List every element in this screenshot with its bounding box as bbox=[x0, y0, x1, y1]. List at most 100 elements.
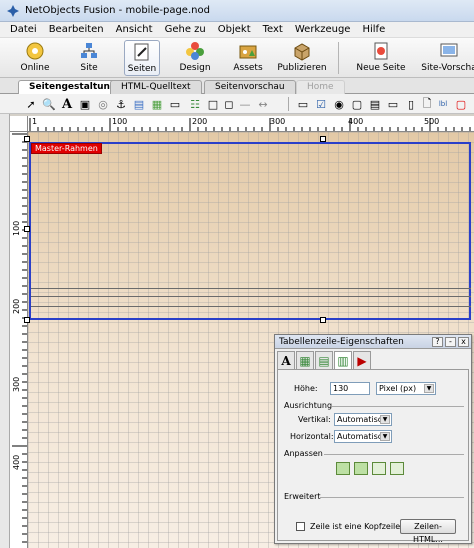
menu-gehe-zu[interactable]: Gehe zu bbox=[159, 24, 212, 35]
edit-field-tool-icon[interactable]: ▢ bbox=[350, 97, 364, 111]
menu-objekt[interactable]: Objekt bbox=[212, 24, 257, 35]
resize-handle-top[interactable] bbox=[320, 136, 326, 142]
ruler-left-100: 100 bbox=[12, 220, 21, 236]
navbar-tool-icon[interactable]: ▤ bbox=[132, 97, 146, 111]
preview-icon bbox=[437, 40, 461, 62]
layout-tool-icon[interactable]: ◎ bbox=[96, 97, 110, 111]
picture-tool-icon[interactable]: ▣ bbox=[78, 97, 92, 111]
form-button-tool-icon[interactable]: ▯ bbox=[404, 97, 418, 111]
panel-tab-row-icon[interactable]: ▥ bbox=[334, 351, 352, 369]
unit-select[interactable]: Pixel (px) ▼ bbox=[376, 382, 436, 395]
ruler-top-200: 200 bbox=[192, 117, 208, 126]
ruler-ticks bbox=[29, 118, 471, 131]
kopfzeile-checkbox[interactable] bbox=[296, 522, 305, 531]
select-arrow-icon[interactable]: ➚ bbox=[24, 97, 38, 111]
master-frame[interactable] bbox=[29, 142, 471, 320]
anchor-icon[interactable]: ⚓ bbox=[114, 97, 128, 111]
kopfzeile-label: Zeile ist eine Kopfzeile bbox=[310, 522, 401, 531]
stop-tool-icon[interactable]: ▢ bbox=[454, 97, 468, 111]
list-tool-icon[interactable]: ☷ bbox=[188, 97, 202, 111]
fit-width-icon[interactable] bbox=[354, 462, 368, 475]
shape-tool-icon[interactable]: ◻ bbox=[222, 97, 236, 111]
horizontal-ruler: 1 100 200 300 400 500 bbox=[28, 116, 474, 132]
panel-minimize-button[interactable]: - bbox=[445, 336, 456, 347]
ruler-left-300: 300 bbox=[12, 376, 21, 392]
erweitert-section-label: Erweitert bbox=[284, 492, 321, 501]
page-edit-icon bbox=[130, 41, 154, 63]
online-label: Online bbox=[20, 63, 50, 73]
seiten-label: Seiten bbox=[127, 64, 157, 74]
fit-grid-icon[interactable] bbox=[390, 462, 404, 475]
resize-handle-left[interactable] bbox=[24, 226, 30, 232]
design-flower-icon bbox=[183, 40, 207, 62]
button-tool-icon[interactable]: ▭ bbox=[296, 97, 310, 111]
menu-bar: Datei Bearbeiten Ansicht Gehe zu Objekt … bbox=[0, 22, 474, 38]
rectangle-tool-icon[interactable]: □ bbox=[206, 97, 220, 111]
design-toolbar: ➚ 🔍 A ▣ ◎ ⚓ ▤ ▦ ▭ ☷ □ ◻ — ↔ ▭ ☑ ◉ ▢ ▤ ▭ … bbox=[0, 94, 474, 114]
main-toolbar: Online Site Seiten Design Assets Publizi… bbox=[0, 38, 474, 78]
hoehe-input[interactable]: 130 bbox=[330, 382, 370, 395]
panel-tab-action-icon[interactable]: ▶ bbox=[353, 351, 371, 369]
table-row-divider bbox=[31, 296, 471, 297]
site-vorschau-button[interactable]: Site-Vorscha bbox=[421, 40, 474, 76]
menu-werkzeuge[interactable]: Werkzeuge bbox=[289, 24, 357, 35]
vertikal-select[interactable]: Automatisch ▼ bbox=[334, 413, 392, 426]
label-tool-icon[interactable]: lbl bbox=[436, 97, 450, 111]
resize-handle-bottom[interactable] bbox=[320, 317, 326, 323]
vertikal-label: Vertikal: bbox=[298, 415, 331, 424]
publish-box-icon bbox=[290, 40, 314, 62]
assets-button[interactable]: Assets bbox=[231, 40, 265, 76]
radio-tool-icon[interactable]: ◉ bbox=[332, 97, 346, 111]
site-vorschau-label: Site-Vorscha bbox=[421, 63, 474, 73]
panel-title-bar[interactable]: Tabellenzeile-Eigenschaften ? - x bbox=[275, 335, 471, 349]
resize-handle-top-left[interactable] bbox=[24, 136, 30, 142]
panel-tab-table-icon[interactable]: ▦ bbox=[296, 351, 314, 369]
checkbox-tool-icon[interactable]: ☑ bbox=[314, 97, 328, 111]
app-logo-icon bbox=[7, 4, 19, 17]
combo-tool-icon[interactable]: ▭ bbox=[386, 97, 400, 111]
arrow-line-tool-icon[interactable]: ↔ bbox=[256, 97, 270, 111]
online-button[interactable]: Online bbox=[18, 40, 52, 76]
form-tool-icon[interactable]: ▭ bbox=[168, 97, 182, 111]
panel-close-button[interactable]: x bbox=[458, 336, 469, 347]
row-properties-panel: Tabellenzeile-Eigenschaften ? - x A ▦ ▤ … bbox=[274, 334, 472, 544]
multiline-tool-icon[interactable]: ▤ bbox=[368, 97, 382, 111]
horizontal-select[interactable]: Automatisch ▼ bbox=[334, 430, 392, 443]
title-bar: NetObjects Fusion - mobile-page.nod bbox=[0, 0, 474, 22]
left-dock-strip bbox=[0, 114, 10, 548]
menu-ansicht[interactable]: Ansicht bbox=[110, 24, 159, 35]
site-button[interactable]: Site bbox=[72, 40, 106, 76]
menu-hilfe[interactable]: Hilfe bbox=[356, 24, 391, 35]
panel-tab-cell-icon[interactable]: ▤ bbox=[315, 351, 333, 369]
line-tool-icon[interactable]: — bbox=[238, 97, 252, 111]
zeilen-html-button[interactable]: Zeilen-HTML... bbox=[400, 519, 456, 544]
text-tool-icon[interactable]: A bbox=[60, 97, 74, 112]
menu-text[interactable]: Text bbox=[257, 24, 289, 35]
hoehe-label: Höhe: bbox=[294, 384, 318, 393]
ruler-top-1: 1 bbox=[32, 117, 38, 126]
file-tool-icon[interactable]: 🗋 bbox=[420, 97, 434, 111]
ruler-top-400: 400 bbox=[348, 117, 364, 126]
panel-title: Tabellenzeile-Eigenschaften bbox=[279, 336, 404, 347]
panel-tab-text-icon[interactable]: A bbox=[277, 351, 295, 369]
table-row-divider bbox=[31, 288, 471, 289]
design-button[interactable]: Design bbox=[178, 40, 212, 76]
fit-height-icon[interactable] bbox=[372, 462, 386, 475]
unit-select-value: Pixel (px) bbox=[379, 384, 417, 393]
tab-html-quelltext[interactable]: HTML-Quelltext bbox=[110, 80, 202, 94]
resize-handle-bottom-left[interactable] bbox=[24, 317, 30, 323]
section-divider bbox=[324, 454, 464, 455]
seiten-button[interactable]: Seiten bbox=[124, 40, 160, 76]
view-tab-strip: Seitengestaltung HTML-Quelltext Seitenvo… bbox=[0, 78, 474, 95]
table-tool-icon[interactable]: ▦ bbox=[150, 97, 164, 111]
neue-seite-button[interactable]: Neue Seite bbox=[353, 40, 409, 76]
publizieren-button[interactable]: Publizieren bbox=[276, 40, 328, 76]
site-label: Site bbox=[80, 63, 98, 73]
zoom-icon[interactable]: 🔍 bbox=[42, 97, 56, 111]
panel-help-button[interactable]: ? bbox=[432, 336, 443, 347]
anpassen-section-label: Anpassen bbox=[284, 449, 323, 458]
menu-bearbeiten[interactable]: Bearbeiten bbox=[43, 24, 110, 35]
fit-row-icon[interactable] bbox=[336, 462, 350, 475]
menu-datei[interactable]: Datei bbox=[4, 24, 43, 35]
tab-seitenvorschau[interactable]: Seitenvorschau bbox=[204, 80, 296, 94]
